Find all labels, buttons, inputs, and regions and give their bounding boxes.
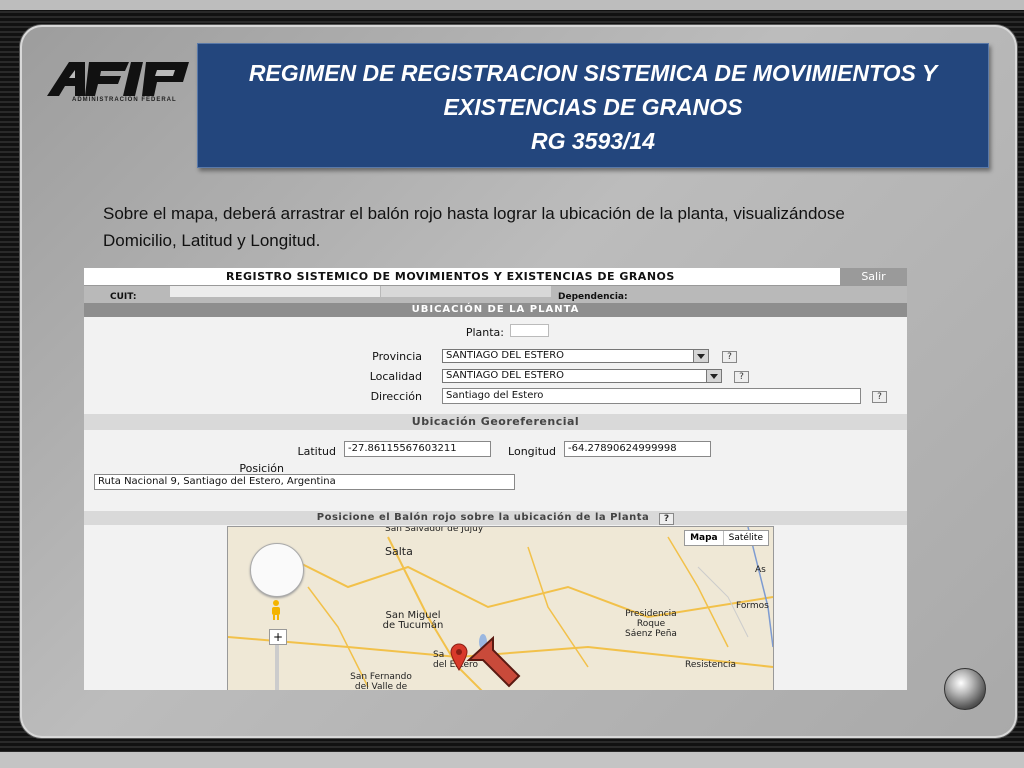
dependencia-label: Dependencia: [558,292,628,302]
salir-button[interactable]: Salir [840,268,907,285]
banner-title-line1: REGIMEN DE REGISTRACION SISTEMICA DE MOV… [248,60,938,86]
map-instruction: Posicione el Balón rojo sobre la ubicaci… [316,512,650,523]
top-band [0,0,1024,10]
city-salta: Salta [385,545,413,558]
cuit-value [170,286,380,297]
app-title: REGISTRO SISTEMICO DE MOVIMIENTOS Y EXIS… [226,270,675,283]
logo-subtitle: ADMINISTRACION FEDERAL [72,97,177,103]
navigation-button[interactable] [944,668,986,710]
intro-text: Sobre el mapa, deberá arrastrar el balón… [103,200,1008,254]
pan-control[interactable] [250,543,304,597]
map-help-button[interactable]: ? [659,513,675,525]
section-header: UBICACIÓN DE LA PLANTA [84,303,907,317]
direccion-label: Dirección [370,390,422,403]
chevron-down-icon [706,370,721,382]
bottom-band [0,752,1024,768]
city-formosa: Formos [736,601,769,611]
title-banner: REGIMEN DE REGISTRACION SISTEMICA DE MOV… [197,43,989,168]
localidad-value: SANTIAGO DEL ESTERO [446,370,565,381]
banner-title-line2: EXISTENCIAS DE GRANOS [443,94,743,120]
city-jujuy: San Salvador de Jujuy [385,526,484,534]
longitud-input[interactable]: -64.27890624999998 [564,441,711,457]
city-tucuman: San Miguel de Tucumán [382,610,444,631]
city-as: As [755,565,766,575]
cuit-label: CUIT: [110,292,137,302]
latitud-input[interactable]: -27.86115567603211 [344,441,491,457]
map-type-satelite[interactable]: Satélite [724,531,768,545]
direccion-help-button[interactable]: ? [872,391,887,403]
cuit-bar: CUIT: Dependencia: [84,286,907,303]
map-instruction-header: Posicione el Balón rojo sobre la ubicaci… [84,511,907,525]
provincia-label: Provincia [372,350,422,363]
posicion-input[interactable]: Ruta Nacional 9, Santiago del Estero, Ar… [94,474,515,490]
banner-title-line3: RG 3593/14 [530,128,656,154]
planta-label: Planta: [465,326,504,339]
cuit-spacer [381,286,551,297]
longitud-label: Longitud [508,445,556,458]
provincia-value: SANTIAGO DEL ESTERO [446,350,565,361]
street-view-pegman-icon[interactable] [268,599,284,621]
provincia-help-button[interactable]: ? [722,351,737,363]
provincia-select[interactable]: SANTIAGO DEL ESTERO [442,349,709,363]
localidad-help-button[interactable]: ? [734,371,749,383]
city-resistencia: Resistencia [685,660,736,670]
city-catamarca: San Fernando del Valle de [350,672,412,690]
localidad-select[interactable]: SANTIAGO DEL ESTERO [442,369,722,383]
chevron-down-icon [693,350,708,362]
direccion-input[interactable]: Santiago del Estero [442,388,861,404]
latitud-label: Latitud [297,445,336,458]
app-screenshot: REGISTRO SISTEMICO DE MOVIMIENTOS Y EXIS… [84,268,907,690]
intro-line1: Sobre el mapa, deberá arrastrar el balón… [103,204,845,223]
planta-field[interactable] [510,324,549,337]
zoom-slider[interactable] [275,645,279,690]
intro-line2: Domicilio, Latitud y Longitud. [103,231,321,250]
zoom-in-button[interactable]: + [269,629,287,645]
geo-section-header: Ubicación Georeferencial [84,414,907,430]
map-type-control: Mapa Satélite [684,530,769,546]
app-header: REGISTRO SISTEMICO DE MOVIMIENTOS Y EXIS… [84,268,907,286]
localidad-label: Localidad [369,370,422,383]
map-type-mapa[interactable]: Mapa [685,531,724,545]
pointer-arrow-icon [466,635,521,688]
city-presidencia: Presidencia Roque Sáenz Peña [625,609,677,639]
